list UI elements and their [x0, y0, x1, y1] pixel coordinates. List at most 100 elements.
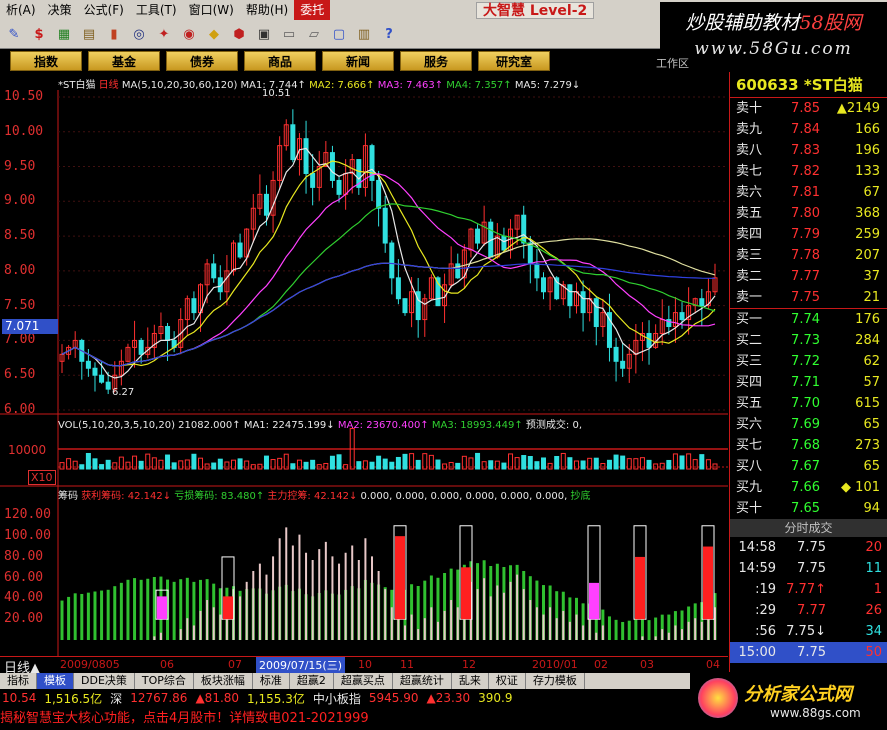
nav-service-button[interactable]: 服务	[400, 51, 472, 71]
volume-bar	[679, 455, 685, 470]
tab-buy-point[interactable]: 超赢买点	[334, 673, 393, 689]
help-icon[interactable]: ?	[377, 22, 401, 46]
menu-item-trade[interactable]: 委托	[294, 0, 331, 20]
menu-item-help[interactable]: 帮助(H)	[240, 0, 294, 20]
sell-row[interactable]: 卖十 7.85 ▲2149	[730, 98, 887, 119]
dollar-icon[interactable]: $	[27, 22, 51, 46]
bar-icon[interactable]: ▮	[102, 22, 126, 46]
sell-row[interactable]: 卖六 7.81 67	[730, 182, 887, 203]
buy-row[interactable]: 买三 7.72 62	[730, 351, 887, 372]
trade-row[interactable]: :29 7.77 26	[730, 600, 887, 621]
index-sz-label[interactable]: 深	[110, 690, 122, 707]
sell-volume: 67	[863, 185, 880, 200]
signal-bar	[223, 596, 233, 620]
sell-label: 卖八	[736, 143, 763, 158]
menu-item-decision[interactable]: 决策	[42, 0, 78, 20]
nav-news-button[interactable]: 新闻	[322, 51, 394, 71]
site-logo-url: www.88gs.com	[770, 706, 861, 720]
buy-volume: 65	[863, 417, 880, 432]
watermark-site: 58股网	[799, 12, 862, 34]
books-icon[interactable]: ▥	[352, 22, 376, 46]
volume-bar	[455, 462, 461, 470]
tab-standard[interactable]: 标准	[253, 673, 290, 689]
sell-row[interactable]: 卖一 7.75 21	[730, 287, 887, 308]
stock-code: 600633	[736, 76, 799, 94]
candle-body	[191, 298, 197, 314]
trade-row[interactable]: 14:59 7.75 11	[730, 558, 887, 579]
arrow-icon[interactable]: ◆	[202, 22, 226, 46]
buy-volume: 273	[855, 438, 880, 453]
folder-icon[interactable]: ▱	[302, 22, 326, 46]
sell-row[interactable]: 卖四 7.79 259	[730, 224, 887, 245]
candle-body	[620, 360, 626, 369]
trade-row[interactable]: 15:00 7.75 50	[730, 642, 887, 663]
pen-icon[interactable]: ✎	[2, 22, 26, 46]
sell-row[interactable]: 卖八 7.83 196	[730, 140, 887, 161]
buy-row[interactable]: 买一 7.74 176	[730, 309, 887, 330]
tab-sector[interactable]: 板块涨幅	[194, 673, 253, 689]
target-icon[interactable]: ◉	[177, 22, 201, 46]
candle-body	[541, 277, 547, 293]
candle-body	[382, 207, 388, 244]
sell-label: 卖七	[736, 164, 763, 179]
tab-luanlai[interactable]: 乱来	[452, 673, 489, 689]
volume-bar	[402, 453, 408, 470]
trade-header[interactable]: 分时成交	[730, 519, 887, 537]
volume-bar	[310, 459, 316, 470]
nav-bond-button[interactable]: 债券	[166, 51, 238, 71]
tab-chaoying2[interactable]: 超赢2	[290, 673, 334, 689]
sell-row[interactable]: 卖五 7.80 368	[730, 203, 887, 224]
tab-dde[interactable]: DDE决策	[74, 673, 135, 689]
volume-bar	[527, 456, 533, 470]
grid2-icon[interactable]: ▤	[77, 22, 101, 46]
window-icon[interactable]: ▢	[327, 22, 351, 46]
tab-cunli[interactable]: 存力模板	[526, 673, 585, 689]
tab-top[interactable]: TOP综合	[135, 673, 194, 689]
volume-bar	[580, 460, 586, 470]
sell-row[interactable]: 卖七 7.82 133	[730, 161, 887, 182]
buy-row[interactable]: 买四 7.71 57	[730, 372, 887, 393]
menu-item-formula[interactable]: 公式(F)	[78, 0, 130, 20]
sell-row[interactable]: 卖二 7.77 37	[730, 266, 887, 287]
buy-row[interactable]: 买七 7.68 273	[730, 435, 887, 456]
buy-row[interactable]: 买十 7.65 94	[730, 498, 887, 519]
menu-item-analysis[interactable]: 析(A)	[0, 0, 42, 20]
stock-chart[interactable]	[0, 72, 728, 656]
trade-row[interactable]: :19 7.77↑ 1	[730, 579, 887, 600]
buy-row[interactable]: 买二 7.73 284	[730, 330, 887, 351]
buy-row[interactable]: 买五 7.70 615	[730, 393, 887, 414]
info-icon[interactable]: ▣	[252, 22, 276, 46]
buy-row[interactable]: 买九 7.66 ◆ 101	[730, 477, 887, 498]
trade-row[interactable]: 14:58 7.75 20	[730, 537, 887, 558]
buy-row[interactable]: 买八 7.67 65	[730, 456, 887, 477]
binoculars-icon[interactable]: ◎	[127, 22, 151, 46]
index-sme-label[interactable]: 中小板指	[313, 690, 361, 707]
price-tick: 10.50	[4, 88, 44, 104]
tab-indicator[interactable]: 指标	[0, 673, 37, 689]
grid-icon[interactable]: ▦	[52, 22, 76, 46]
site-logo: 分析家公式网 www.88gs.com	[690, 672, 887, 730]
sign-icon[interactable]: ⬢	[227, 22, 251, 46]
nav-commodity-button[interactable]: 商品	[244, 51, 316, 71]
news-ticker[interactable]: 揭秘智慧宝大核心功能，点击4月股市！详情致电021-2021999	[0, 708, 690, 730]
trade-price: 7.77↑	[786, 582, 826, 597]
menu-item-window[interactable]: 窗口(W)	[183, 0, 240, 20]
rec-icon[interactable]: ▭	[277, 22, 301, 46]
buy-label: 买八	[736, 459, 763, 474]
sell-row[interactable]: 卖九 7.84 166	[730, 119, 887, 140]
nav-index-button[interactable]: 指数	[10, 51, 82, 71]
kline-plot	[59, 109, 718, 395]
workspace-tab[interactable]: 工作区	[656, 56, 726, 72]
buy-row[interactable]: 买六 7.69 65	[730, 414, 887, 435]
nav-research-button[interactable]: 研究室	[478, 51, 550, 71]
compass-icon[interactable]: ✦	[152, 22, 176, 46]
trade-row[interactable]: :56 7.75↓ 34	[730, 621, 887, 642]
volume-bar	[105, 459, 111, 470]
menu-item-tools[interactable]: 工具(T)	[130, 0, 183, 20]
volume-bar	[705, 459, 711, 470]
nav-fund-button[interactable]: 基金	[88, 51, 160, 71]
tab-warrant[interactable]: 权证	[489, 673, 526, 689]
tab-template[interactable]: 模板	[37, 673, 74, 689]
sell-row[interactable]: 卖三 7.78 207	[730, 245, 887, 266]
tab-stats[interactable]: 超赢统计	[393, 673, 452, 689]
